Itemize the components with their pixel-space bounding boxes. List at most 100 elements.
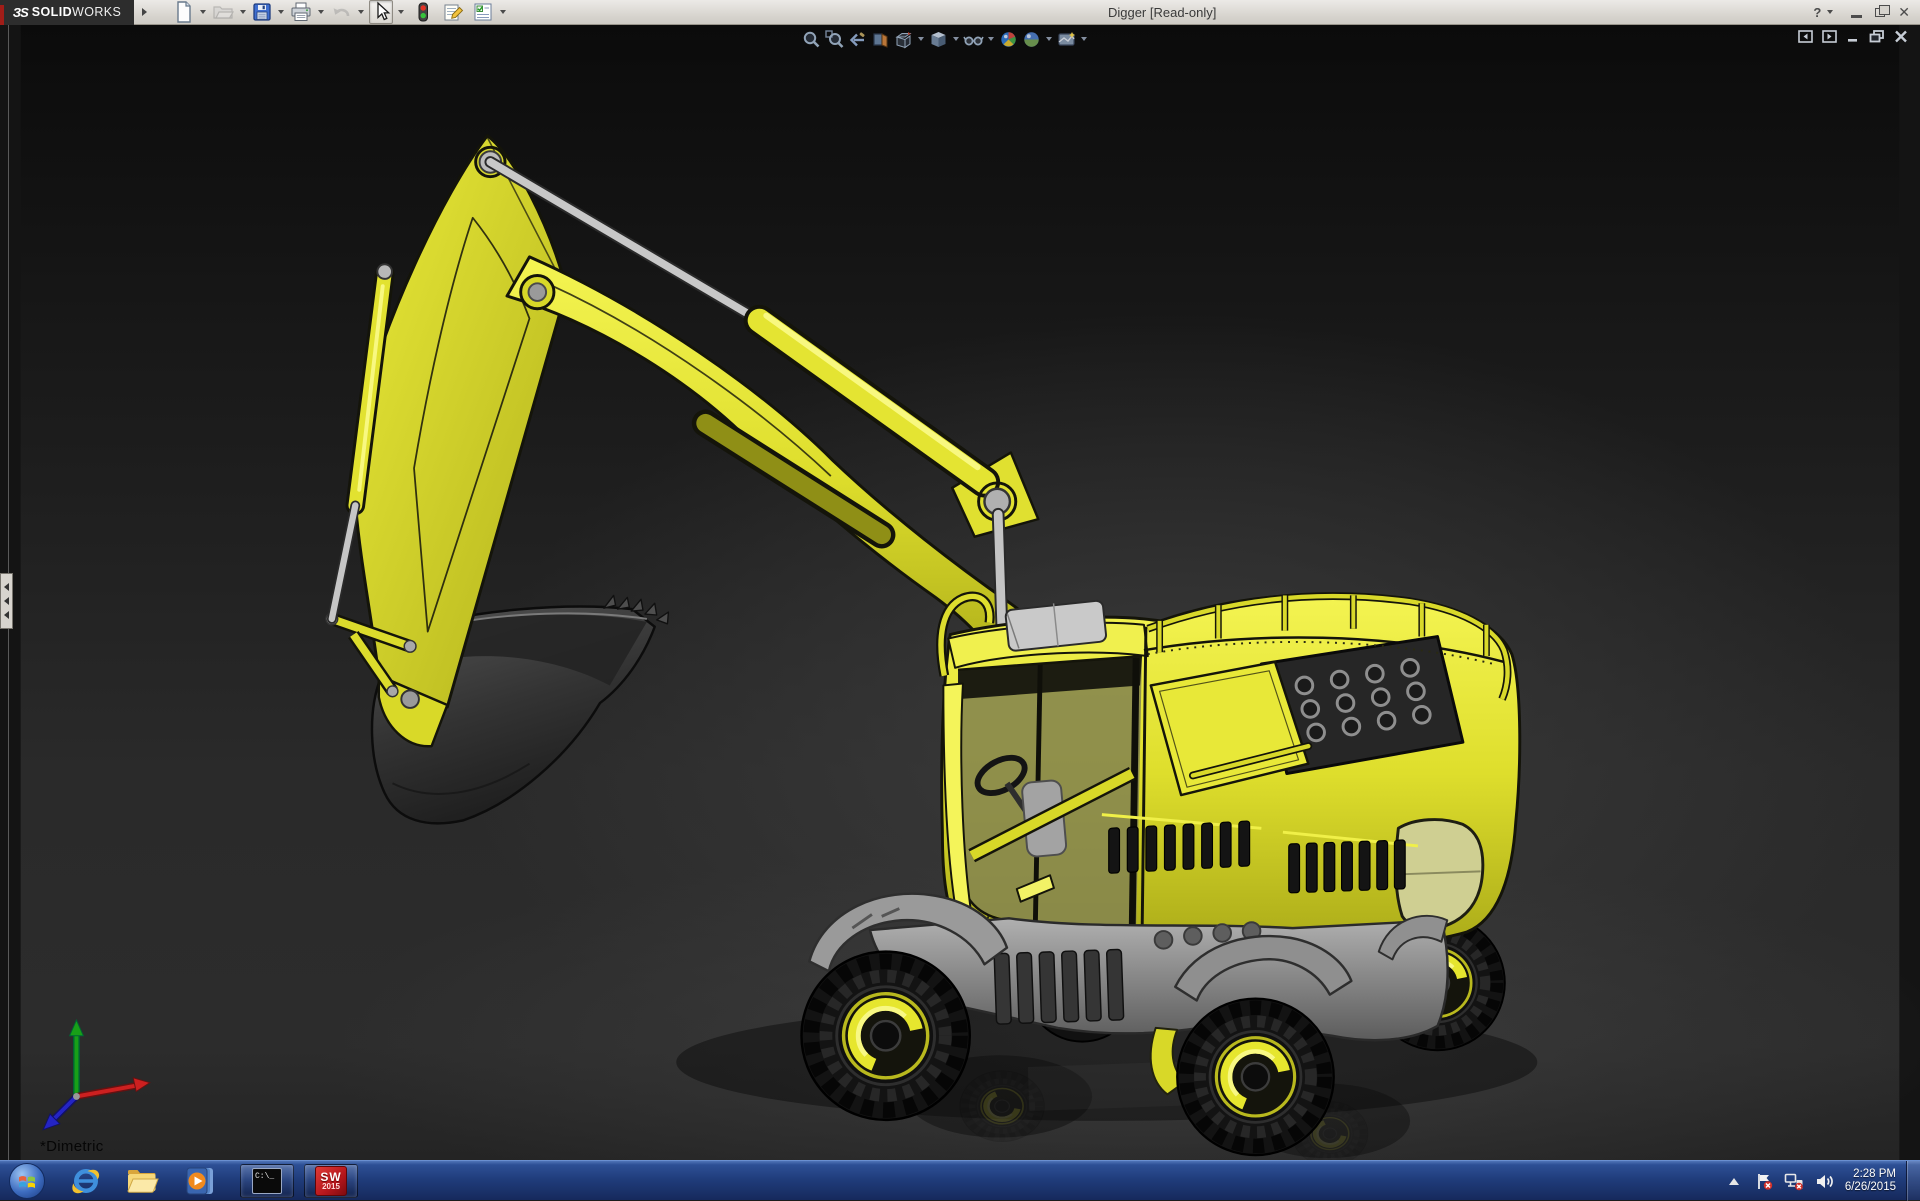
help-button[interactable]: ? [1813, 5, 1821, 20]
display-style-icon [929, 30, 948, 49]
new-document-icon [174, 1, 194, 23]
display-style-dropdown-icon[interactable] [953, 37, 959, 41]
options-dropdown-icon[interactable] [500, 10, 506, 14]
new-dropdown-icon[interactable] [200, 10, 206, 14]
new-button[interactable] [173, 0, 195, 24]
print-button[interactable] [289, 0, 313, 24]
cab [941, 596, 1148, 943]
main-toolbar [173, 0, 511, 24]
window-controls: ? ✕ [1813, 5, 1920, 20]
doc-minimize-icon[interactable] [1846, 30, 1860, 43]
volume-button[interactable] [1815, 1172, 1835, 1191]
taskbar-command-prompt[interactable]: C:\_ [240, 1164, 294, 1198]
select-dropdown-icon[interactable] [398, 10, 404, 14]
collapse-arrow-icon [4, 597, 9, 605]
taskbar-internet-explorer[interactable] [64, 1164, 108, 1198]
clock-date: 6/26/2015 [1845, 1181, 1896, 1194]
help-dropdown-icon[interactable] [1827, 10, 1833, 14]
zoom-to-fit-button[interactable] [801, 29, 822, 50]
excavator-model [0, 25, 1920, 1160]
rebuild-traffic-light-icon [414, 1, 432, 23]
view-settings-button[interactable] [1056, 29, 1077, 50]
restore-button[interactable] [1875, 8, 1885, 17]
action-center-button[interactable] [1755, 1172, 1774, 1191]
speaker-icon [1815, 1172, 1835, 1191]
previous-view-button[interactable] [847, 29, 868, 50]
menu-expand-icon[interactable] [142, 8, 147, 16]
command-prompt-icon: C:\_ [252, 1168, 282, 1194]
apply-scene-icon [1022, 30, 1041, 49]
options-button[interactable] [471, 0, 495, 24]
taskbar-windows-explorer[interactable] [120, 1164, 164, 1198]
hide-show-dropdown-icon[interactable] [988, 37, 994, 41]
folder-icon [125, 1166, 159, 1196]
print-dropdown-icon[interactable] [318, 10, 324, 14]
taskbar-solidworks[interactable]: SW 2015 [304, 1164, 358, 1198]
ds-logo-mark: ЗS [13, 5, 28, 20]
open-folder-icon [212, 2, 234, 22]
select-arrow-icon [371, 1, 391, 23]
internet-explorer-icon [70, 1165, 102, 1197]
undo-icon [330, 2, 352, 22]
taskbar-clock[interactable]: 2:28 PM 6/26/2015 [1845, 1168, 1896, 1194]
display-style-button[interactable] [928, 29, 949, 50]
apply-scene-button[interactable] [1021, 29, 1042, 50]
open-dropdown-icon[interactable] [240, 10, 246, 14]
zoom-to-fit-icon [802, 30, 821, 49]
chevron-up-icon [1729, 1178, 1739, 1185]
viewport-canvas[interactable]: *Dimetric [0, 25, 1920, 1160]
window-title: Digger [Read-only] [511, 5, 1813, 20]
view-orientation-icon [894, 30, 913, 49]
rebuild-button[interactable] [413, 0, 433, 24]
view-settings-dropdown-icon[interactable] [1081, 37, 1087, 41]
windows-start-icon [9, 1163, 45, 1199]
view-orientation-button[interactable] [893, 29, 914, 50]
pane-collapse-left-icon[interactable] [1798, 30, 1813, 43]
feature-tree-collapse-tab[interactable] [0, 573, 13, 629]
print-icon [290, 2, 312, 22]
section-view-icon [871, 30, 890, 49]
doc-close-icon[interactable] [1894, 30, 1908, 43]
minimize-button[interactable] [1851, 15, 1862, 18]
save-icon [252, 2, 272, 22]
heads-up-toolbar [800, 28, 1090, 50]
file-properties-button[interactable] [441, 0, 465, 24]
flag-alert-icon [1755, 1172, 1774, 1191]
zoom-to-area-button[interactable] [824, 29, 845, 50]
hide-show-items-icon [963, 30, 984, 49]
hide-show-items-button[interactable] [963, 29, 984, 50]
save-button[interactable] [251, 0, 273, 24]
close-button[interactable]: ✕ [1898, 5, 1910, 19]
doc-restore-icon[interactable] [1869, 30, 1885, 43]
network-button[interactable] [1784, 1172, 1805, 1191]
options-checklist-icon [472, 1, 494, 23]
undo-button[interactable] [329, 0, 353, 24]
title-bar: ЗS SOLIDWORKS Digge [0, 0, 1920, 25]
show-desktop-button[interactable] [1906, 1161, 1920, 1201]
brand-solid: SOLID [32, 5, 72, 19]
windows-taskbar: C:\_ SW 2015 2:28 PM 6/26/2015 [0, 1160, 1920, 1200]
undo-dropdown-icon[interactable] [358, 10, 364, 14]
front-right-wheel [1177, 999, 1334, 1156]
section-view-button[interactable] [870, 29, 891, 50]
front-left-wheel [801, 952, 969, 1120]
collapse-arrow-icon [4, 583, 9, 591]
solidworks-app-icon: SW 2015 [315, 1166, 347, 1196]
hidden-icons-button[interactable] [1729, 1178, 1739, 1185]
document-window-controls [1798, 30, 1908, 43]
edit-appearance-button[interactable] [998, 29, 1019, 50]
excavator-body [941, 594, 1520, 952]
bucket-pivot-pin [401, 690, 419, 708]
file-properties-icon [442, 1, 464, 23]
taskbar-media-player[interactable] [178, 1164, 222, 1198]
view-orientation-label: *Dimetric [40, 1138, 104, 1155]
pane-collapse-right-icon[interactable] [1822, 30, 1837, 43]
select-button[interactable] [369, 0, 393, 24]
system-tray: 2:28 PM 6/26/2015 [1729, 1161, 1920, 1201]
open-button[interactable] [211, 0, 235, 24]
collapse-arrow-icon [4, 611, 9, 619]
apply-scene-dropdown-icon[interactable] [1046, 37, 1052, 41]
save-dropdown-icon[interactable] [278, 10, 284, 14]
view-orientation-dropdown-icon[interactable] [918, 37, 924, 41]
start-button[interactable] [8, 1164, 46, 1198]
